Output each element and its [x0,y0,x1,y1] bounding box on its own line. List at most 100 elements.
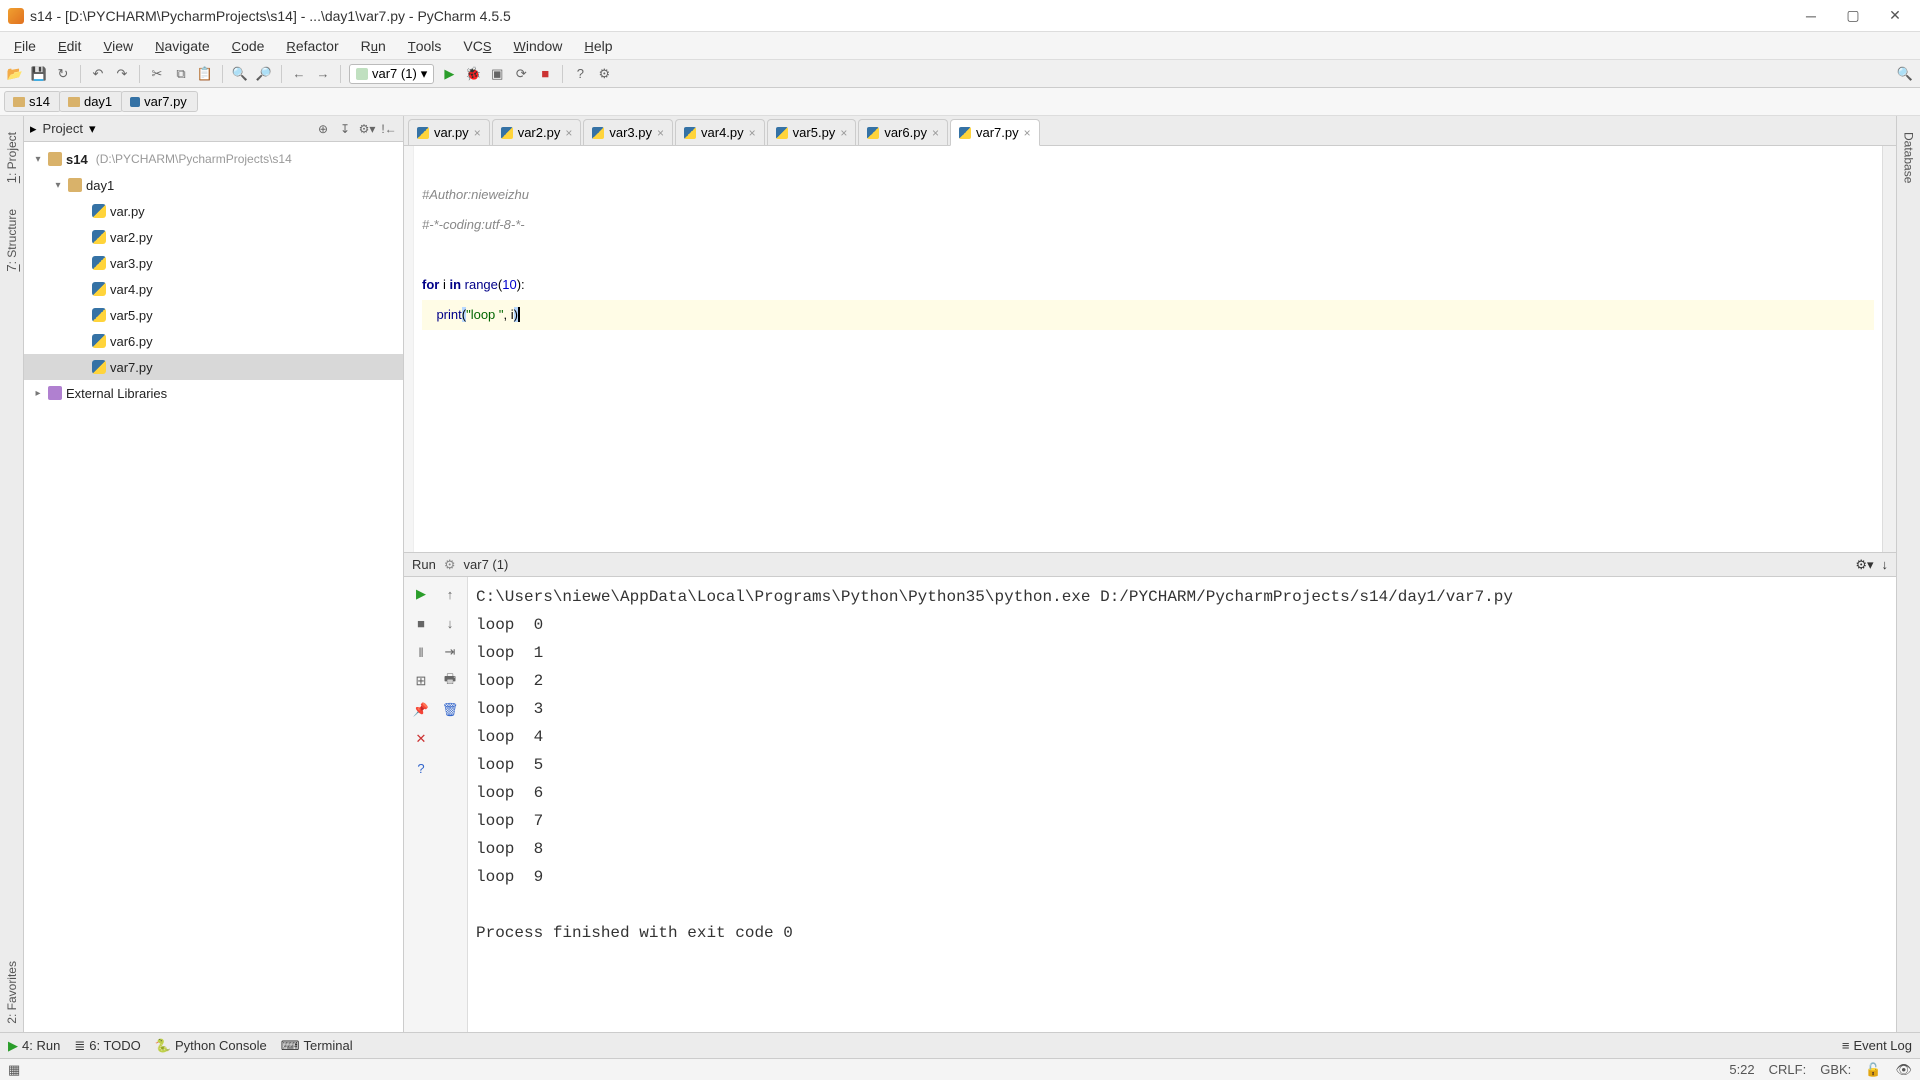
run-config-selector[interactable]: var7 (1) ▾ [349,64,434,84]
debug-icon[interactable]: 🐞 [464,65,482,83]
pin-icon[interactable]: 📌 [408,697,434,723]
tree-file[interactable]: var2.py [24,224,403,250]
stop-icon[interactable]: ■ [536,65,554,83]
menu-tools[interactable]: Tools [398,34,452,58]
menu-file[interactable]: File [4,34,46,58]
breadcrumb-day1[interactable]: day1 [59,91,123,112]
tool-structure-tab[interactable]: 7: Structure [4,201,19,280]
soft-wrap-icon[interactable]: ⇥ [437,639,463,665]
close-icon[interactable]: ✕ [408,726,434,752]
editor-tab[interactable]: var3.py× [583,119,673,145]
tree-file[interactable]: var7.py [24,354,403,380]
tool-project-tab[interactable]: 1: Project [4,124,19,191]
status-indicator-icon[interactable]: ▦ [8,1062,20,1078]
gear-icon[interactable]: ⚙▾ [1855,557,1873,573]
paste-icon[interactable]: 📋 [196,65,214,83]
print-icon[interactable]: 🖶 [437,668,463,694]
expand-arrow-icon[interactable]: ▸ [32,388,44,399]
tool-database-tab[interactable]: Database [1902,124,1916,191]
code-content[interactable]: #Author:nieweizhu #-*-coding:utf-8-*- fo… [414,146,1882,552]
close-tab-icon[interactable]: × [565,126,572,140]
bottom-run-tab[interactable]: ▶4: Run [8,1038,60,1054]
redo-icon[interactable]: ↷ [113,65,131,83]
chevron-down-icon[interactable]: ▾ [89,121,96,137]
menu-vcs[interactable]: VCS [453,34,501,58]
bottom-python-console-tab[interactable]: 🐍Python Console [155,1038,267,1054]
copy-icon[interactable]: ⧉ [172,65,190,83]
editor-tab[interactable]: var5.py× [767,119,857,145]
up-icon[interactable]: ↑ [437,581,463,607]
menu-navigate[interactable]: Navigate [145,34,220,58]
bottom-todo-tab[interactable]: ≣6: TODO [74,1038,140,1054]
close-tab-icon[interactable]: × [932,126,939,140]
expand-arrow-icon[interactable]: ▾ [32,154,44,165]
editor-tab[interactable]: var2.py× [492,119,582,145]
menu-refactor[interactable]: Refactor [276,34,348,58]
forward-icon[interactable]: → [314,65,332,83]
trash-icon[interactable]: 🗑 [437,697,463,723]
bottom-terminal-tab[interactable]: ⌨Terminal [281,1038,353,1054]
console-output[interactable]: C:\Users\niewe\AppData\Local\Programs\Py… [468,577,1896,1032]
project-header-label[interactable]: Project [43,121,83,136]
caret-position[interactable]: 5:22 [1729,1062,1754,1077]
minimize-panel-icon[interactable]: ↓ [1882,557,1889,572]
scroll-to-icon[interactable]: ↧ [337,121,353,137]
replace-icon[interactable]: 🔎 [255,65,273,83]
find-icon[interactable]: 🔍 [231,65,249,83]
stop-icon[interactable]: ■ [408,610,434,636]
tree-root[interactable]: ▾ s14 (D:\PYCHARM\PycharmProjects\s14 [24,146,403,172]
search-everywhere-icon[interactable]: 🔍 [1896,65,1914,83]
menu-run[interactable]: Run [351,34,396,58]
tree-file[interactable]: var4.py [24,276,403,302]
tree-file[interactable]: var3.py [24,250,403,276]
cut-icon[interactable]: ✂ [148,65,166,83]
tool-favorites-tab[interactable]: 2: Favorites [5,953,19,1032]
inspections-icon[interactable]: 👁 [1895,1062,1912,1078]
coverage-icon[interactable]: ▣ [488,65,506,83]
close-tab-icon[interactable]: × [749,126,756,140]
settings-sync-icon[interactable]: ⚙ [595,65,613,83]
file-encoding[interactable]: GBK: [1820,1062,1851,1077]
menu-help[interactable]: Help [574,34,622,58]
menu-code[interactable]: Code [222,34,275,58]
breadcrumb-s14[interactable]: s14 [4,91,61,112]
expand-arrow-icon[interactable]: ▾ [52,180,64,191]
close-tab-icon[interactable]: × [840,126,847,140]
rerun-icon[interactable]: ▶ [408,581,434,607]
editor-tab[interactable]: var.py× [408,119,490,145]
help-icon[interactable]: ? [408,755,434,781]
tree-file[interactable]: var5.py [24,302,403,328]
close-tab-icon[interactable]: × [474,126,481,140]
sync-icon[interactable]: ↻ [54,65,72,83]
editor-tab[interactable]: var6.py× [858,119,948,145]
collapse-all-icon[interactable]: ⊕ [315,121,331,137]
undo-icon[interactable]: ↶ [89,65,107,83]
gear-icon[interactable]: ⚙▾ [359,121,375,137]
editor-tab[interactable]: var7.py× [950,119,1040,146]
lock-icon[interactable]: 🔓 [1865,1062,1881,1078]
back-icon[interactable]: ← [290,65,308,83]
tree-external-libraries[interactable]: ▸ External Libraries [24,380,403,406]
menu-view[interactable]: View [93,34,143,58]
bottom-event-log[interactable]: ≡Event Log [1842,1038,1912,1053]
close-tab-icon[interactable]: × [657,126,664,140]
menu-edit[interactable]: Edit [48,34,91,58]
hide-panel-icon[interactable]: !← [381,121,397,137]
editor-tab[interactable]: var4.py× [675,119,765,145]
minimize-button[interactable]: ─ [1802,7,1820,25]
pause-icon[interactable]: ‖ [408,639,434,665]
code-editor[interactable]: #Author:nieweizhu #-*-coding:utf-8-*- fo… [404,146,1896,552]
save-icon[interactable]: 💾 [30,65,48,83]
rerun-icon[interactable]: ⟳ [512,65,530,83]
open-icon[interactable]: 📂 [6,65,24,83]
down-icon[interactable]: ↓ [437,610,463,636]
line-separator[interactable]: CRLF: [1769,1062,1807,1077]
breadcrumb-file[interactable]: var7.py [121,91,198,112]
menu-window[interactable]: Window [504,34,573,58]
tree-file[interactable]: var.py [24,198,403,224]
project-tree[interactable]: ▾ s14 (D:\PYCHARM\PycharmProjects\s14 ▾ … [24,142,403,1032]
tree-file[interactable]: var6.py [24,328,403,354]
close-tab-icon[interactable]: × [1024,126,1031,140]
tree-folder-day1[interactable]: ▾ day1 [24,172,403,198]
close-button[interactable]: ✕ [1886,7,1904,25]
